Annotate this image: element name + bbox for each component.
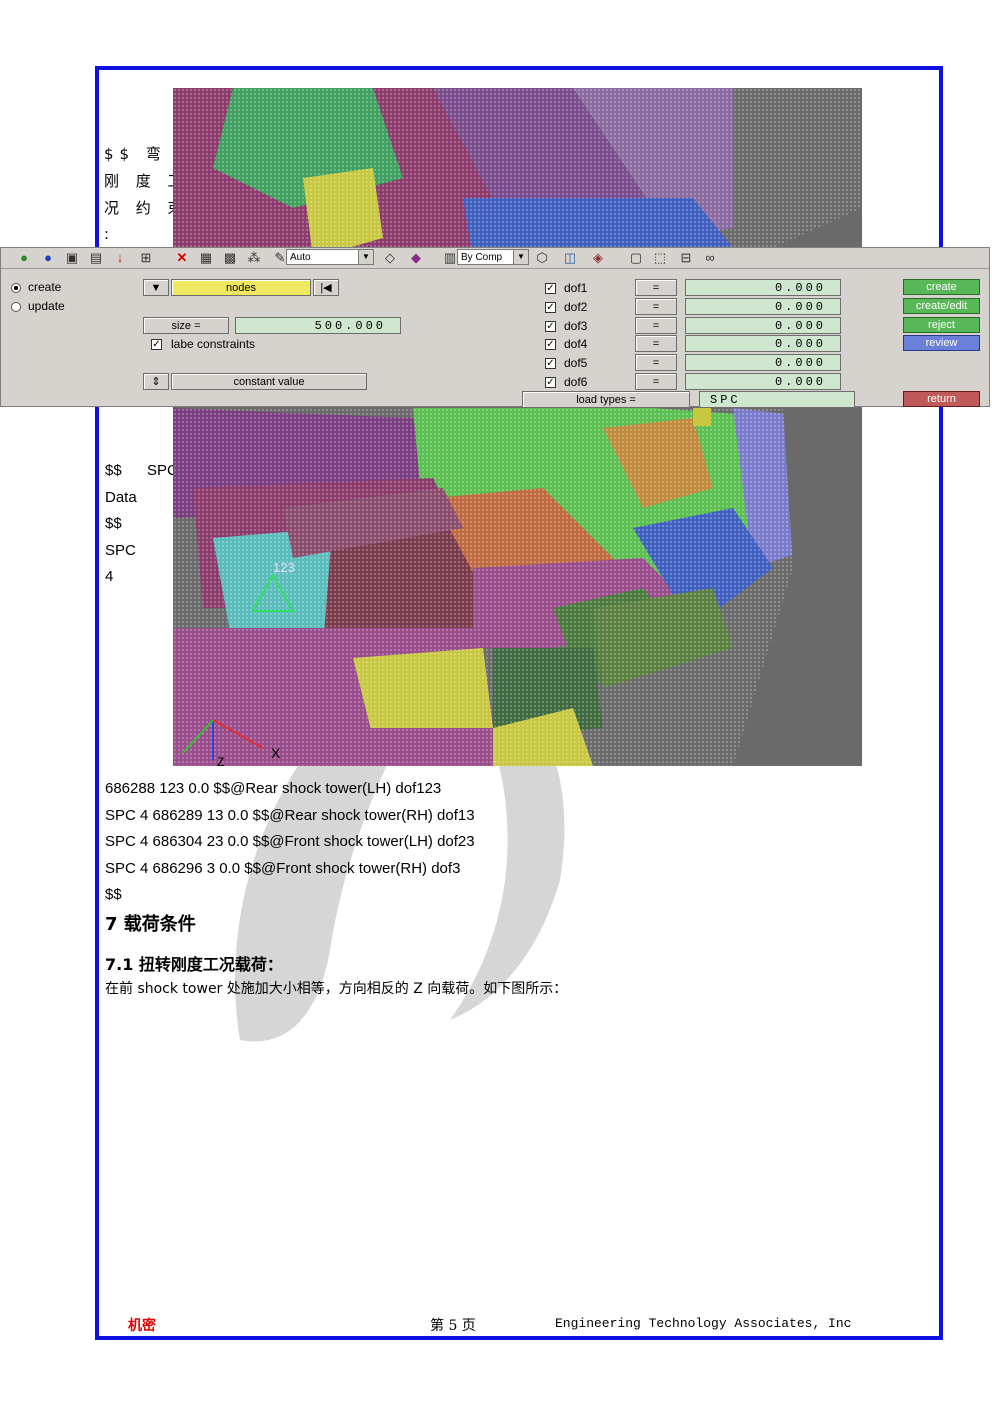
dof2-value[interactable]: 0.000: [685, 298, 841, 315]
dof4-operator[interactable]: =: [635, 335, 677, 352]
dof3-checkbox[interactable]: ✓: [545, 321, 556, 332]
create-button[interactable]: create: [903, 279, 980, 295]
entity-type-dropdown[interactable]: ▼: [143, 279, 169, 296]
dof6-operator[interactable]: =: [635, 373, 677, 390]
section-heading-7: 7 载荷条件: [105, 914, 196, 935]
display-icon[interactable]: ●: [15, 249, 33, 266]
section-body: 在前 shock tower 处施加大小相等，方向相反的 Z 向载荷。如下图所示…: [105, 981, 568, 997]
dof4-value[interactable]: 0.000: [685, 335, 841, 352]
update-radio[interactable]: update: [11, 299, 65, 313]
glasses-icon[interactable]: ∞: [701, 249, 719, 266]
lock-icon[interactable]: ▣: [63, 249, 81, 266]
return-button[interactable]: return: [903, 391, 980, 407]
card-line-1: 686288 123 0.0 $$@Rear shock tower(LH) d…: [105, 780, 442, 797]
model-viewport[interactable]: 123 X Z: [173, 88, 862, 766]
section-heading-7-1: 7.1 扭转刚度工况载荷：: [105, 955, 283, 974]
axis-z-label: Z: [217, 755, 224, 766]
bycomp-combo-value: By Comp: [461, 252, 503, 263]
update-radio-label: update: [28, 299, 65, 313]
card-line-4: SPC 4 686296 3 0.0 $$@Front shock tower(…: [105, 860, 461, 877]
dof6-value[interactable]: 0.000: [685, 373, 841, 390]
dof2-label: dof2: [564, 300, 588, 314]
wireframe-icon[interactable]: ⬡: [533, 249, 551, 266]
side-text-dollar: $$: [105, 462, 122, 479]
size-label-button[interactable]: size =: [143, 317, 229, 334]
dof4-checkbox[interactable]: ✓: [545, 339, 556, 350]
delete-icon[interactable]: ✕: [173, 249, 191, 266]
dof6-label: dof6: [564, 375, 588, 389]
dof2-operator[interactable]: =: [635, 298, 677, 315]
side-text-spc2: SPC: [105, 542, 136, 559]
label-constraints-label: labe constraints: [171, 337, 256, 351]
reset-selection-button[interactable]: |◀: [313, 279, 339, 296]
card-line-2: SPC 4 686289 13 0.0 $$@Rear shock tower(…: [105, 807, 475, 824]
side-text-data: Data: [105, 489, 137, 506]
dof1-label: dof1: [564, 281, 588, 295]
cube-outline-icon[interactable]: ⬚: [651, 249, 669, 266]
dof5-operator[interactable]: =: [635, 354, 677, 371]
chevron-down-icon: ▼: [513, 250, 528, 264]
dof5-label: dof5: [564, 356, 588, 370]
mesh-icon[interactable]: ⁂: [245, 249, 263, 266]
auto-combo-value: Auto: [290, 252, 311, 263]
window-icon[interactable]: ▢: [627, 249, 645, 266]
nodes-selector[interactable]: nodes: [171, 279, 311, 296]
dof1-operator[interactable]: =: [635, 279, 677, 296]
value-type-toggle[interactable]: ⇕: [143, 373, 169, 390]
layers-icon[interactable]: ◈: [589, 249, 607, 266]
footer-confidential: 机密: [128, 1318, 156, 1334]
create-radio-label: create: [28, 280, 62, 294]
dof1-value[interactable]: 0.000: [685, 279, 841, 296]
constraints-panel: ● ● ▣ ▤ ↓ ⊞ ✕ ▦ ▩ ⁂ ✎ Auto ▼ ◇ ◆ ▥ By Com…: [0, 247, 990, 408]
arrow-down-icon[interactable]: ↓: [111, 249, 129, 266]
card-line-5: $$: [105, 886, 122, 903]
grid-icon[interactable]: ⊟: [677, 249, 695, 266]
save-icon[interactable]: ▤: [87, 249, 105, 266]
dof3-value[interactable]: 0.000: [685, 317, 841, 334]
radio-empty-icon: [11, 301, 21, 312]
zoom-icon[interactable]: ⊞: [137, 249, 155, 266]
dof1-checkbox[interactable]: ✓: [545, 283, 556, 294]
toolbar: ● ● ▣ ▤ ↓ ⊞ ✕ ▦ ▩ ⁂ ✎ Auto ▼ ◇ ◆ ▥ By Com…: [1, 248, 989, 269]
size-value-field[interactable]: 500.000: [235, 317, 401, 334]
auto-combo[interactable]: Auto ▼: [286, 249, 374, 265]
label-constraints-checkbox[interactable]: ✓: [151, 339, 162, 350]
dof6-checkbox[interactable]: ✓: [545, 377, 556, 388]
surface-icon[interactable]: ◇: [381, 249, 399, 266]
radio-selected-icon: [11, 282, 21, 293]
review-button[interactable]: review: [903, 335, 980, 351]
dof3-operator[interactable]: =: [635, 317, 677, 334]
footer-company: Engineering Technology Associates, Inc: [555, 1316, 852, 1331]
folder-icon[interactable]: ▩: [221, 249, 239, 266]
card-line-3: SPC 4 686304 23 0.0 $$@Front shock tower…: [105, 833, 475, 850]
side-text-dollar2: $$: [105, 515, 122, 532]
create-radio[interactable]: create: [11, 280, 61, 294]
side-text-four: 4: [105, 568, 114, 585]
dof5-checkbox[interactable]: ✓: [545, 358, 556, 369]
cube-icon[interactable]: ◫: [561, 249, 579, 266]
side-text-line4: :: [104, 225, 116, 243]
constant-value-button[interactable]: constant value: [171, 373, 367, 390]
box-icon[interactable]: ▦: [197, 249, 215, 266]
create-edit-button[interactable]: create/edit: [903, 298, 980, 314]
bycomp-combo[interactable]: By Comp ▼: [457, 249, 529, 265]
load-types-button[interactable]: load types =: [522, 391, 690, 408]
node-label: 123: [273, 560, 295, 575]
dof4-label: dof4: [564, 337, 588, 351]
dof3-label: dof3: [564, 319, 588, 333]
load-types-value[interactable]: SPC: [699, 391, 855, 408]
chevron-down-icon: ▼: [358, 250, 373, 264]
dof5-value[interactable]: 0.000: [685, 354, 841, 371]
vehicle-mesh-render: 123 X Z: [173, 88, 862, 766]
footer-page-number: 第 5 页: [430, 1318, 476, 1334]
axis-x-label: X: [271, 745, 281, 761]
shaded-icon[interactable]: ●: [39, 249, 57, 266]
dof2-checkbox[interactable]: ✓: [545, 302, 556, 313]
fill-icon[interactable]: ◆: [407, 249, 425, 266]
reject-button[interactable]: reject: [903, 317, 980, 333]
